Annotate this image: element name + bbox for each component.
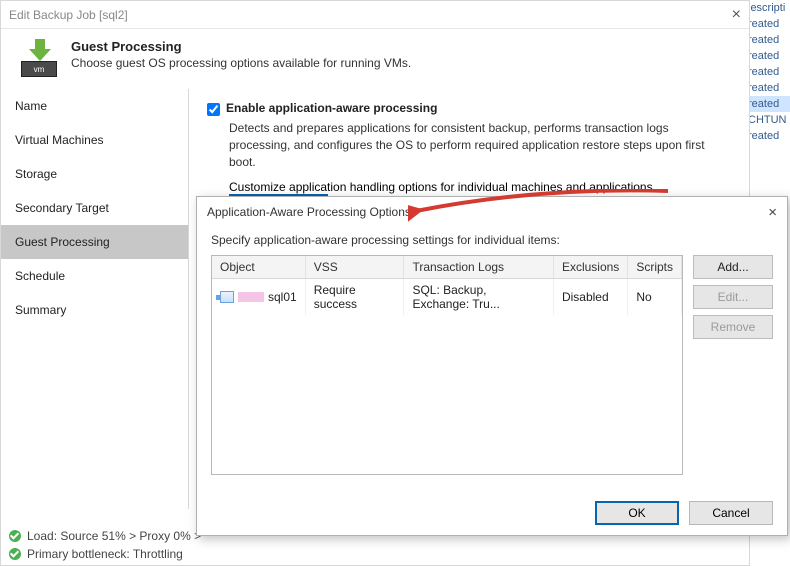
- bg-list-item: reated: [746, 48, 790, 64]
- bg-list-item: reated: [746, 64, 790, 80]
- col-exclusions[interactable]: Exclusions: [553, 256, 627, 279]
- bg-list-item: reated: [746, 80, 790, 96]
- sidebar-item-schedule[interactable]: Schedule: [1, 259, 188, 293]
- cell-exclusions: Disabled: [553, 279, 627, 316]
- vm-icon: [220, 291, 234, 303]
- customize-text: Customize application handling options f…: [229, 180, 653, 194]
- close-icon[interactable]: ×: [732, 1, 741, 29]
- objects-grid[interactable]: Object VSS Transaction Logs Exclusions S…: [211, 255, 683, 475]
- dialog-subtitle: Specify application-aware processing set…: [211, 233, 773, 247]
- sidebar-item-storage[interactable]: Storage: [1, 157, 188, 191]
- bg-list-item: CHTUN: [746, 112, 790, 128]
- dialog-close-icon[interactable]: ×: [768, 204, 777, 221]
- enable-app-aware-description: Detects and prepares applications for co…: [229, 120, 731, 170]
- bg-list-item: reated: [746, 16, 790, 32]
- wizard-steps-sidebar: Name Virtual Machines Storage Secondary …: [1, 89, 189, 509]
- bg-list-header: lescripti: [746, 0, 790, 16]
- object-name: sql01: [268, 290, 297, 304]
- dialog-title: Application-Aware Processing Options: [207, 205, 411, 219]
- cell-tlogs: SQL: Backup, Exchange: Tru...: [404, 279, 553, 316]
- app-aware-options-dialog: Application-Aware Processing Options × S…: [196, 196, 788, 536]
- sidebar-item-summary[interactable]: Summary: [1, 293, 188, 327]
- ok-button[interactable]: OK: [595, 501, 679, 525]
- col-scripts[interactable]: Scripts: [628, 256, 682, 279]
- window-titlebar: Edit Backup Job [sql2] ×: [1, 1, 749, 29]
- bg-list-item: reated: [746, 32, 790, 48]
- dialog-titlebar: Application-Aware Processing Options ×: [197, 197, 787, 227]
- add-button[interactable]: Add...: [693, 255, 773, 279]
- redacted-prefix: [238, 292, 264, 302]
- status-load: Load: Source 51% > Proxy 0% >: [27, 529, 201, 543]
- window-title: Edit Backup Job [sql2]: [9, 1, 128, 29]
- cell-scripts: No: [628, 279, 682, 316]
- col-tlogs[interactable]: Transaction Logs: [404, 256, 553, 279]
- status-bottleneck: Primary bottleneck: Throttling: [27, 547, 183, 561]
- page-heading: Guest Processing: [71, 39, 411, 54]
- bg-list-item: reated: [746, 128, 790, 144]
- status-ok-icon: [9, 548, 21, 560]
- sidebar-item-secondary-target[interactable]: Secondary Target: [1, 191, 188, 225]
- table-row[interactable]: sql01 Require success SQL: Backup, Excha…: [212, 279, 682, 316]
- enable-app-aware-checkbox[interactable]: [207, 103, 220, 116]
- cancel-button[interactable]: Cancel: [689, 501, 773, 525]
- sidebar-item-virtual-machines[interactable]: Virtual Machines: [1, 123, 188, 157]
- guest-processing-icon: vm: [19, 41, 61, 75]
- background-list: lescripti reated reated reated reated re…: [746, 0, 790, 200]
- status-ok-icon: [9, 530, 21, 542]
- bg-list-item-selected: reated: [746, 96, 790, 112]
- sidebar-item-name[interactable]: Name: [1, 89, 188, 123]
- edit-button[interactable]: Edit...: [693, 285, 773, 309]
- remove-button[interactable]: Remove: [693, 315, 773, 339]
- sidebar-item-guest-processing[interactable]: Guest Processing: [1, 225, 188, 259]
- col-object[interactable]: Object: [212, 256, 305, 279]
- cell-vss: Require success: [305, 279, 404, 316]
- enable-app-aware-label[interactable]: Enable application-aware processing: [226, 101, 437, 115]
- window-header: vm Guest Processing Choose guest OS proc…: [1, 29, 749, 89]
- col-vss[interactable]: VSS: [305, 256, 404, 279]
- page-subheading: Choose guest OS processing options avail…: [71, 56, 411, 70]
